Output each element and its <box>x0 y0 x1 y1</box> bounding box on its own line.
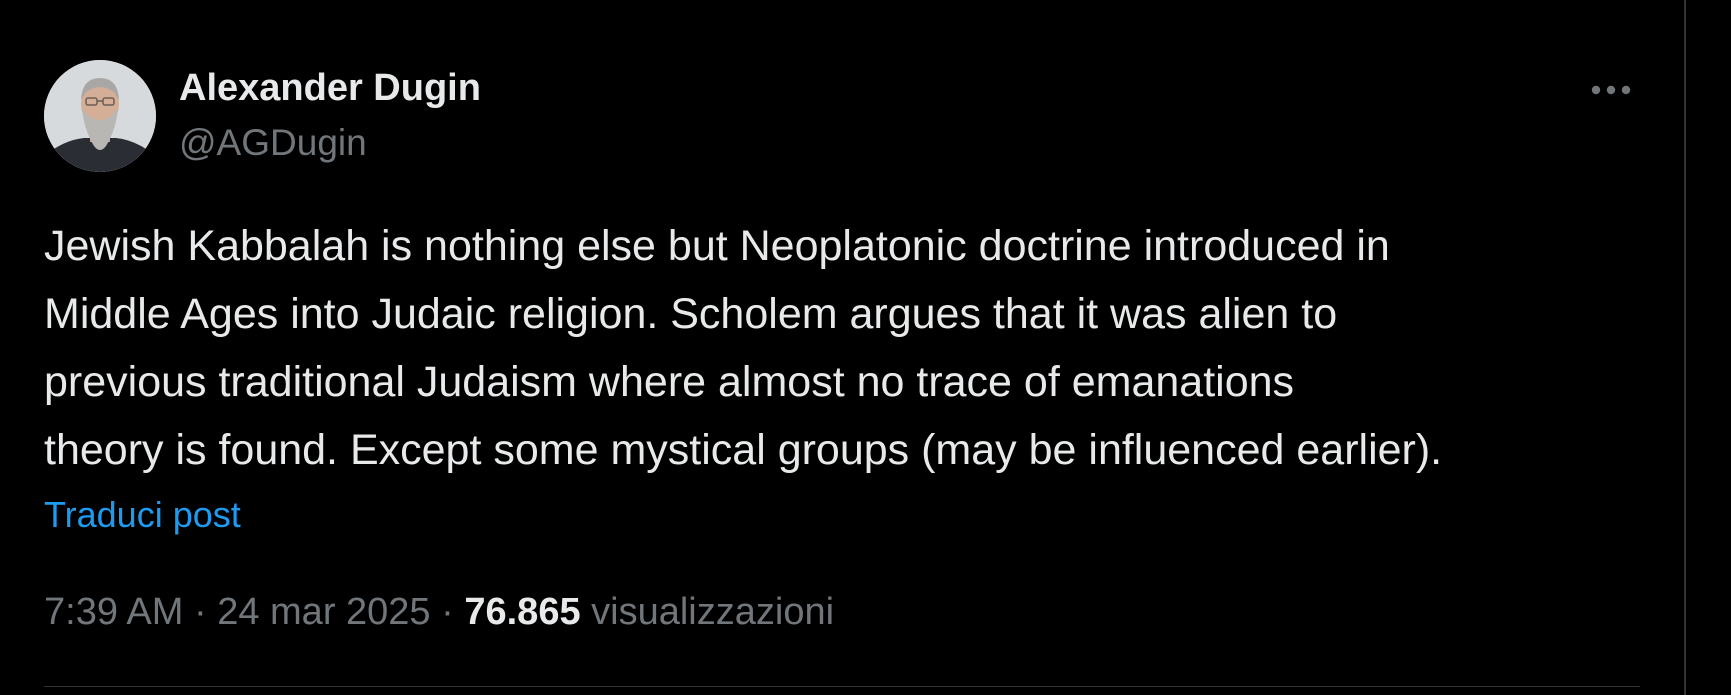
avatar[interactable] <box>44 60 156 172</box>
translate-post-link[interactable]: Traduci post <box>44 492 241 538</box>
user-avatar-photo <box>44 60 156 172</box>
meta-separator: · <box>193 591 207 633</box>
meta-separator: · <box>441 591 454 633</box>
more-options-button[interactable] <box>1582 72 1640 108</box>
tweet-text: Jewish Kabbalah is nothing else but Neop… <box>44 222 1443 474</box>
views-count: 76.865 <box>464 591 581 633</box>
divider <box>44 686 1640 687</box>
author-display-name[interactable]: Alexander Dugin <box>179 64 481 112</box>
views-label: visualizzazioni <box>591 591 835 633</box>
more-horizontal-icon <box>1591 85 1631 95</box>
column-border <box>1684 0 1686 695</box>
tweet-detail: Alexander Dugin @AGDugin Jewish Kabbalah… <box>44 0 1640 695</box>
author-info: Alexander Dugin @AGDugin <box>179 64 481 166</box>
tweet-metadata: 7:39 AM · 24 mar 2025 · 76.865 visualizz… <box>44 588 834 636</box>
tweet-time[interactable]: 7:39 AM <box>44 591 183 633</box>
author-handle[interactable]: @AGDugin <box>179 120 481 166</box>
tweet-date[interactable]: 24 mar 2025 <box>217 591 430 633</box>
